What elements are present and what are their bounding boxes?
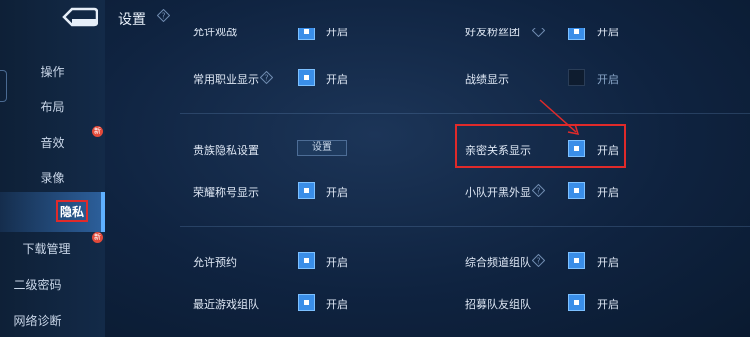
help-icon[interactable]: ? — [157, 9, 170, 22]
recruit-team-state: 开启 — [597, 298, 619, 311]
general-channel-checkbox[interactable] — [568, 252, 585, 269]
friend-fans-state: 开启 — [597, 28, 619, 38]
general-channel-state: 开启 — [597, 256, 619, 269]
settings-row-top-clip: 允许观战 开启 好友粉丝团 开启 — [0, 28, 750, 46]
honor-title-checkbox[interactable] — [298, 182, 315, 199]
back-icon[interactable] — [58, 6, 98, 28]
sidebar-active-highlight — [0, 192, 105, 232]
allow-spectate-checkbox[interactable] — [298, 28, 315, 40]
sidebar-item-operation[interactable]: 操作 — [0, 63, 105, 80]
setting-label-squad-display: 小队开黑外显 — [465, 186, 531, 199]
sidebar-item-layout[interactable]: 布局 — [0, 98, 105, 115]
allow-spectate-state: 开启 — [326, 28, 348, 38]
noble-privacy-settings-button[interactable]: 设置 — [297, 140, 347, 156]
page-title: 设置 — [118, 12, 146, 28]
record-display-checkbox[interactable] — [568, 69, 585, 86]
recent-game-team-checkbox[interactable] — [298, 294, 315, 311]
help-icon[interactable]: ? — [260, 71, 273, 84]
squad-display-checkbox[interactable] — [568, 182, 585, 199]
setting-label-allow-spectate: 允许观战 — [193, 28, 237, 38]
allow-reserve-state: 开启 — [326, 256, 348, 269]
sidebar-item-replay[interactable]: 录像 — [0, 169, 105, 186]
setting-label-common-job: 常用职业显示 — [193, 73, 259, 86]
setting-label-general-channel: 综合频道组队 — [465, 256, 531, 269]
svg-text:?: ? — [536, 187, 540, 196]
sidebar-item-privacy-label: 隐私 — [59, 204, 84, 219]
setting-label-record-display: 战绩显示 — [465, 73, 509, 86]
recruit-team-checkbox[interactable] — [568, 294, 585, 311]
common-job-checkbox[interactable] — [298, 69, 315, 86]
svg-text:?: ? — [536, 257, 540, 266]
new-badge: 新 — [92, 232, 103, 243]
setting-label-honor-title: 荣耀称号显示 — [193, 186, 259, 199]
common-job-state: 开启 — [326, 73, 348, 86]
squad-display-state: 开启 — [597, 186, 619, 199]
recent-game-team-state: 开启 — [326, 298, 348, 311]
new-badge: 新 — [92, 126, 103, 137]
sidebar-item-sound[interactable]: 音效 — [0, 134, 105, 151]
svg-text:?: ? — [161, 12, 165, 21]
help-icon[interactable]: ? — [532, 254, 545, 267]
setting-label-noble-privacy: 贵族隐私设置 — [193, 144, 259, 157]
sidebar-item-download[interactable]: 下载管理 — [0, 240, 99, 257]
honor-title-state: 开启 — [326, 186, 348, 199]
sidebar-active-indicator — [101, 192, 105, 232]
help-icon[interactable] — [532, 28, 545, 37]
section-divider — [180, 113, 750, 114]
record-display-state: 开启 — [597, 73, 619, 86]
main-background — [0, 0, 750, 337]
allow-reserve-checkbox[interactable] — [298, 252, 315, 269]
help-icon[interactable]: ? — [532, 184, 545, 197]
section-divider — [180, 226, 750, 227]
sidebar-item-second-password[interactable]: 二级密码 — [0, 276, 90, 293]
setting-label-friend-fans: 好友粉丝团 — [465, 28, 520, 38]
setting-label-recent-game-team: 最近游戏组队 — [193, 298, 259, 311]
sidebar-item-network-diagnosis[interactable]: 网络诊断 — [0, 312, 90, 329]
annotation-arrow-icon — [539, 99, 580, 135]
friend-fans-checkbox[interactable] — [568, 28, 585, 40]
setting-label-allow-reserve: 允许预约 — [193, 256, 237, 269]
svg-text:?: ? — [264, 74, 268, 83]
sidebar-item-privacy[interactable]: 隐私 — [56, 200, 88, 222]
setting-label-recruit-team: 招募队友组队 — [465, 298, 531, 311]
